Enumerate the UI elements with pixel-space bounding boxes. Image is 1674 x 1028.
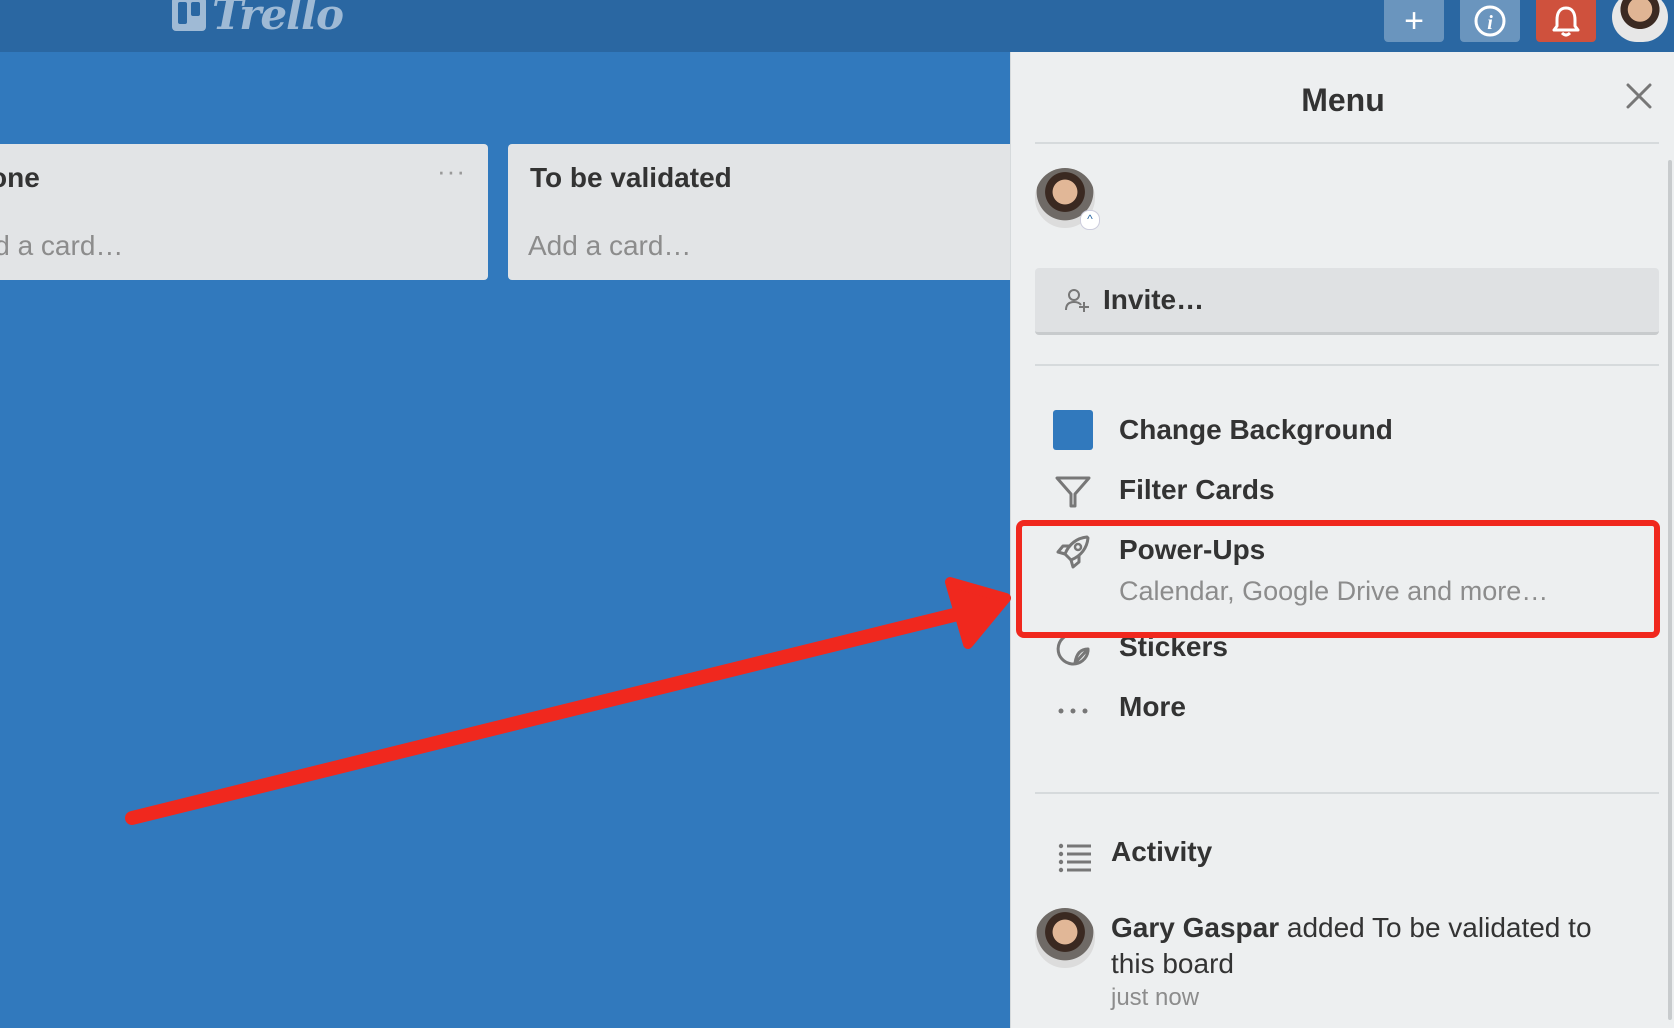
member-avatar[interactable] xyxy=(1612,0,1668,42)
add-card-link[interactable]: ld a card… xyxy=(0,230,123,262)
activity-entry: Gary Gaspar added To be validated to thi… xyxy=(1111,910,1631,982)
menu-item-change-background[interactable]: Change Background xyxy=(1011,402,1674,458)
menu-divider xyxy=(1035,142,1659,144)
list-done: one ··· ld a card… xyxy=(0,144,488,280)
menu-scrollbar[interactable] xyxy=(1668,160,1672,1020)
logo-text: Trello xyxy=(212,0,344,39)
background-swatch-icon xyxy=(1053,410,1093,450)
menu-divider xyxy=(1035,364,1659,366)
info-icon: i xyxy=(1474,5,1506,37)
add-member-icon xyxy=(1065,289,1089,312)
list-to-be-validated: To be validated Add a card… xyxy=(508,144,1028,280)
trello-logo[interactable]: Trello xyxy=(172,0,344,39)
activity-heading: Activity xyxy=(1111,836,1213,867)
bell-icon xyxy=(1552,6,1580,37)
info-icon-glyph: i xyxy=(1487,12,1493,34)
invite-button[interactable]: Invite… xyxy=(1035,268,1659,335)
add-card-link[interactable]: Add a card… xyxy=(528,230,691,262)
menu-item-label: Change Background xyxy=(1119,414,1393,445)
menu-item-label: More xyxy=(1119,691,1186,722)
activity-list-icon xyxy=(1058,843,1091,873)
activity-time[interactable]: just now xyxy=(1111,984,1199,1012)
menu-divider xyxy=(1035,792,1659,794)
activity-avatar[interactable] xyxy=(1035,908,1095,968)
add-button[interactable]: + xyxy=(1384,0,1444,42)
menu-item-more[interactable]: More xyxy=(1011,679,1674,735)
top-bar: Trello + i xyxy=(0,0,1674,52)
menu-item-filter-cards[interactable]: Filter Cards xyxy=(1011,462,1674,518)
invite-label: Invite… xyxy=(1103,284,1205,315)
menu-title: Menu xyxy=(1301,82,1385,118)
info-button[interactable]: i xyxy=(1460,0,1520,42)
plus-icon: + xyxy=(1404,1,1424,40)
highlight-box xyxy=(1016,520,1660,638)
filter-icon xyxy=(1055,476,1091,508)
list-title[interactable]: To be validated xyxy=(530,162,732,194)
list-menu-button[interactable]: ··· xyxy=(437,156,466,187)
close-icon[interactable] xyxy=(1625,82,1653,110)
trello-logo-icon xyxy=(172,0,206,31)
list-title[interactable]: one xyxy=(0,162,40,194)
menu-item-label: Filter Cards xyxy=(1119,474,1275,505)
activity-user[interactable]: Gary Gaspar xyxy=(1111,912,1279,943)
admin-chevron-icon: ^ xyxy=(1080,210,1100,230)
notifications-button[interactable] xyxy=(1536,0,1596,42)
ellipsis-icon xyxy=(1058,708,1088,714)
